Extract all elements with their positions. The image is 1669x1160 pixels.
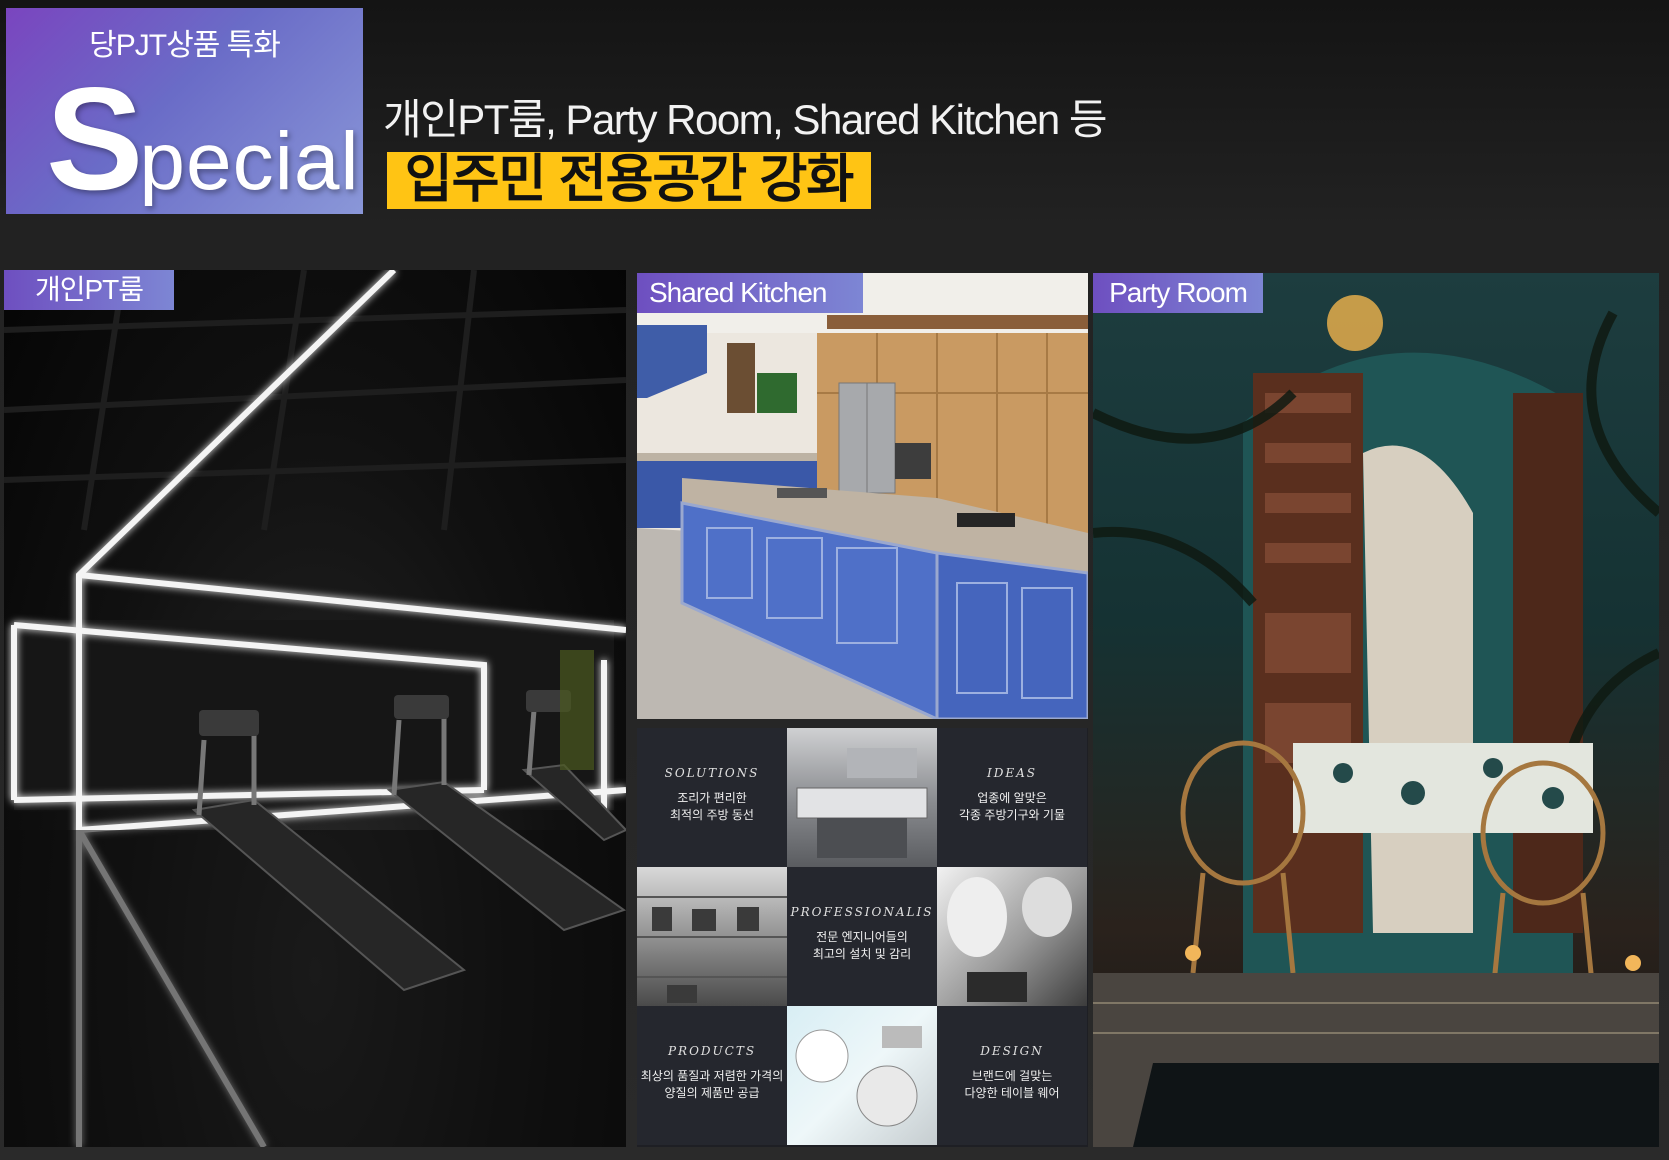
feature-solutions-line1: 조리가 편리한 — [677, 791, 747, 805]
highlight-banner: 입주민 전용공간 강화 — [387, 152, 871, 209]
tableware-photo — [787, 1006, 937, 1145]
pt-room-label: 개인PT룸 — [4, 270, 174, 310]
chefs-cooking-photo — [937, 867, 1087, 1006]
kitchen-illustration — [637, 273, 1088, 719]
pt-room-photo: 개인PT룸 — [4, 270, 626, 1147]
feature-solutions-title: SOLUTIONS — [664, 766, 760, 780]
feature-ideas-title: IDEAS — [986, 766, 1037, 780]
special-title-block: 당PJT상품 특화 Special — [6, 8, 363, 214]
feature-products-line2: 양질의 제품만 공급 — [664, 1086, 760, 1100]
headline: 개인PT룸, Party Room, Shared Kitchen 등 — [383, 96, 1108, 143]
feature-design-line2: 다양한 테이블 웨어 — [964, 1086, 1060, 1100]
kitchen-features-grid: SOLUTIONS 조리가 편리한 최적의 주방 동선 IDEAS 업종에 알맞… — [637, 728, 1088, 1147]
feature-professionals-title: PROFESSIONALIS — [790, 905, 934, 919]
hero-word: Special — [46, 66, 360, 212]
feature-professionals-line2: 최고의 설치 및 감리 — [812, 947, 912, 961]
feature-design: DESIGN 브랜드에 걸맞는 다양한 테이블 웨어 — [937, 1006, 1087, 1145]
feature-design-title: DESIGN — [980, 1044, 1044, 1058]
feature-products-line1: 최상의 품질과 저렴한 가격의 — [640, 1069, 784, 1083]
party-room-photo: Party Room — [1093, 273, 1659, 1147]
feature-products: PRODUCTS 최상의 품질과 저렴한 가격의 양질의 제품만 공급 — [637, 1006, 787, 1145]
shared-kitchen-photo: Shared Kitchen — [637, 273, 1088, 719]
commercial-kitchen-photo — [787, 728, 937, 867]
feature-ideas-line2: 각종 주방기구와 기물 — [958, 808, 1066, 822]
feature-ideas-line1: 업종에 알맞은 — [977, 791, 1047, 805]
feature-design-line1: 브랜드에 걸맞는 — [971, 1069, 1053, 1083]
feature-ideas: IDEAS 업종에 알맞은 각종 주방기구와 기물 — [937, 728, 1087, 867]
pt-room-illustration — [4, 270, 626, 1147]
feature-products-title: PRODUCTS — [667, 1044, 757, 1058]
hero-word-initial: S — [46, 57, 143, 220]
shared-kitchen-label: Shared Kitchen — [637, 273, 863, 313]
feature-solutions: SOLUTIONS 조리가 편리한 최적의 주방 동선 — [637, 728, 787, 867]
hero-word-rest: pecial — [139, 116, 360, 207]
feature-professionals: PROFESSIONALIS 전문 엔지니어들의 최고의 설치 및 감리 — [787, 867, 937, 1006]
feature-solutions-line2: 최적의 주방 동선 — [670, 808, 754, 822]
feature-professionals-line1: 전문 엔지니어들의 — [816, 930, 908, 944]
pots-shelf-photo — [637, 867, 787, 1006]
party-room-label: Party Room — [1093, 273, 1263, 313]
party-room-illustration — [1093, 295, 1659, 1147]
